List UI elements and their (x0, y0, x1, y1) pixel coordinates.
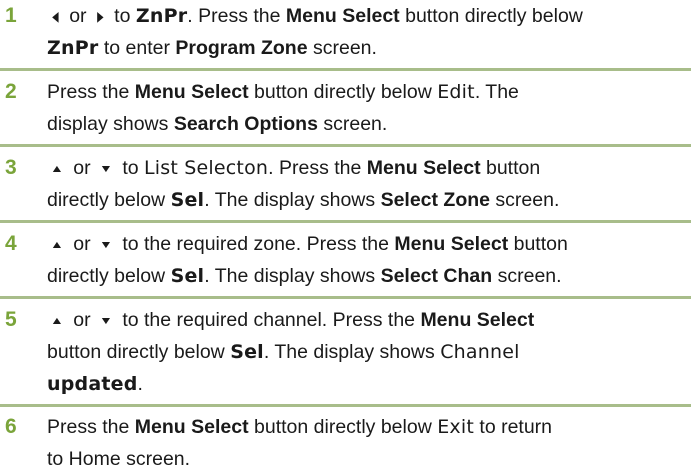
text-run: button directly below (47, 341, 231, 363)
text-run: button directly below (248, 81, 438, 103)
screen-name: Select Chan (380, 265, 493, 287)
screen-name: Select Zone (380, 189, 491, 211)
text-run: Press the (47, 416, 135, 438)
step-line: button directly below Sel. The display s… (47, 336, 689, 368)
text-run: to (108, 5, 136, 27)
display-text: Exit (437, 416, 474, 438)
text-run: button directly below (248, 416, 438, 438)
display-text: List Selecton (144, 157, 269, 179)
step-line: ZnPr to enter Program Zone screen. (47, 32, 689, 64)
screen-name: Search Options (173, 113, 318, 135)
text-run: . The display shows (204, 265, 381, 287)
text-run: screen. (307, 37, 377, 59)
display-text: Edit (437, 81, 475, 103)
divider (0, 296, 691, 299)
display-text: Sel (170, 189, 205, 211)
text-run: to return (473, 416, 553, 438)
down-arrow-icon: ▼ (99, 314, 113, 326)
text-run: . Press the (187, 5, 286, 27)
text-run: button directly below (399, 5, 583, 27)
step-text: ▲ or ▼ to List Selecton. Press the Menu … (47, 152, 689, 216)
display-text: updated (47, 373, 138, 395)
step-text: Press the Menu Select button directly be… (47, 411, 689, 475)
text-run: . The display shows (263, 341, 441, 363)
text-run: display shows (47, 113, 174, 135)
left-arrow-icon: ◀ (52, 8, 59, 24)
text-run: . (137, 373, 143, 395)
divider (0, 144, 691, 147)
text-run: screen. (492, 265, 562, 287)
step-line: ▲ or ▼ to the required zone. Press the M… (47, 228, 689, 260)
menu-select-label: Menu Select (134, 81, 249, 103)
step-line: ▲ or ▼ to List Selecton. Press the Menu … (47, 152, 689, 184)
text-run: Press the (47, 81, 135, 103)
step-line: to Home screen. (47, 443, 689, 475)
up-arrow-icon: ▲ (50, 314, 64, 326)
text-run: to Home screen. (47, 448, 191, 470)
menu-select-label: Menu Select (366, 157, 481, 179)
display-text: Sel (170, 265, 205, 287)
up-arrow-icon: ▲ (50, 238, 64, 250)
step-number: 2 (5, 80, 17, 103)
step-text: ◀ or ▶ to ZnPr. Press the Menu Select bu… (47, 0, 689, 64)
text-run: directly below (47, 189, 171, 211)
step-number: 6 (5, 415, 17, 438)
divider (0, 68, 691, 71)
display-text: ZnPr (135, 5, 188, 27)
divider (0, 220, 691, 223)
step-line: directly below Sel. The display shows Se… (47, 184, 689, 216)
text-run: screen. (317, 113, 388, 135)
up-arrow-icon: ▲ (50, 162, 64, 174)
text-run: to the required zone. Press the (116, 233, 395, 255)
step-text: Press the Menu Select button directly be… (47, 76, 689, 140)
text-run: button (480, 157, 541, 179)
step-number: 5 (5, 308, 17, 331)
step-line: directly below Sel. The display shows Se… (47, 260, 689, 292)
step-text: ▲ or ▼ to the required zone. Press the M… (47, 228, 689, 292)
step-line: updated. (47, 368, 689, 400)
text-run: to the required channel. Press the (116, 309, 421, 331)
text-run: . The (474, 81, 519, 103)
text-run: to (116, 157, 145, 179)
divider (0, 404, 691, 407)
down-arrow-icon: ▼ (99, 238, 113, 250)
text-run: directly below (47, 265, 171, 287)
step-number: 4 (5, 232, 17, 255)
step-line: display shows Search Options screen. (47, 108, 689, 140)
step-line: ▲ or ▼ to the required channel. Press th… (47, 304, 689, 336)
text-run: or (67, 157, 97, 179)
display-text: Sel (230, 341, 264, 363)
display-text: Channel (440, 341, 520, 363)
menu-select-label: Menu Select (420, 309, 535, 331)
text-run: or (67, 309, 97, 331)
text-run: . The display shows (204, 189, 381, 211)
step-line: Press the Menu Select button directly be… (47, 411, 689, 443)
menu-select-label: Menu Select (394, 233, 509, 255)
step-line: ◀ or ▶ to ZnPr. Press the Menu Select bu… (47, 0, 689, 32)
step-number: 3 (5, 156, 17, 179)
down-arrow-icon: ▼ (99, 162, 113, 174)
text-run: to enter (98, 37, 176, 59)
text-run: button (508, 233, 568, 255)
screen-name: Program Zone (175, 37, 308, 59)
step-line: Press the Menu Select button directly be… (47, 76, 689, 108)
step-number: 1 (5, 4, 17, 27)
text-run: or (67, 233, 97, 255)
menu-select-label: Menu Select (134, 416, 249, 438)
step-text: ▲ or ▼ to the required channel. Press th… (47, 304, 689, 400)
display-text: ZnPr (47, 37, 99, 59)
menu-select-label: Menu Select (285, 5, 400, 27)
right-arrow-icon: ▶ (97, 8, 104, 24)
text-run: or (63, 5, 92, 27)
text-run: screen. (490, 189, 560, 211)
procedure-steps: 1 ◀ or ▶ to ZnPr. Press the Menu Select … (0, 0, 691, 474)
text-run: . Press the (268, 157, 367, 179)
